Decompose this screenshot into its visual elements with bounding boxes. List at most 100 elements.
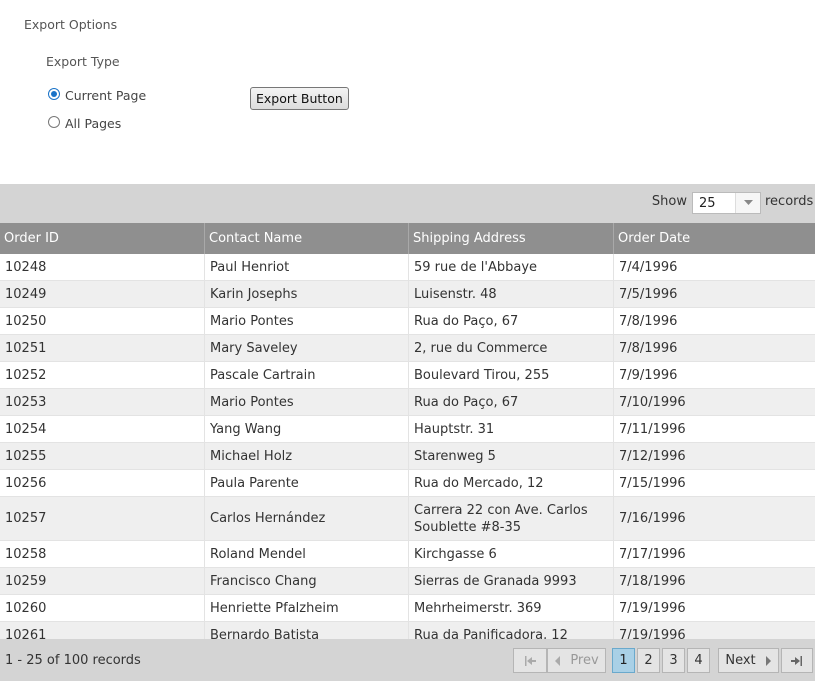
table-row[interactable]: 10253 Mario Pontes Rua do Paço, 67 7/10/199… bbox=[0, 389, 815, 416]
order-date-cell: 7/19/1996 bbox=[619, 627, 686, 640]
shipping-address-cell: Mehrheimerstr. 369 bbox=[409, 595, 614, 621]
contact-name-cell: Roland Mendel bbox=[205, 541, 409, 567]
shipping-address-cell: 2, rue du Commerce bbox=[409, 335, 614, 361]
table-row[interactable]: 10256 Paula Parente Rua do Mercado, 12 7/15… bbox=[0, 470, 815, 497]
contact-name-cell: Francisco Chang bbox=[205, 568, 409, 594]
order-id-cell: 10248 bbox=[0, 254, 205, 280]
table-row[interactable]: 10250 Mario Pontes Rua do Paço, 67 7/8/1996 bbox=[0, 308, 815, 335]
shipping-address-cell: Rua da Panificadora, 12 bbox=[409, 622, 614, 639]
shipping-address-cell: Starenweg 5 bbox=[409, 443, 614, 469]
pager: 1 - 25 of 100 records Prev 1 2 3 4 Next bbox=[0, 639, 815, 681]
contact-name-cell: Yang Wang bbox=[205, 416, 409, 442]
show-label: Show bbox=[651, 194, 687, 209]
dropdown-arrow-icon[interactable] bbox=[735, 193, 760, 213]
table-row[interactable]: 10258 Roland Mendel Kirchgasse 6 7/17/1996 bbox=[0, 541, 815, 568]
table-row[interactable]: 10260 Henriette Pfalzheim Mehrheimerstr. 3… bbox=[0, 595, 815, 622]
column-header-order-id[interactable]: Order ID bbox=[0, 223, 205, 254]
order-date-cell: 7/11/1996 bbox=[619, 421, 686, 437]
first-page-button[interactable] bbox=[513, 648, 547, 673]
table-row[interactable]: 10249 Karin Josephs Luisenstr. 48 7/5/1996 bbox=[0, 281, 815, 308]
export-type-label: Export Type bbox=[46, 54, 120, 69]
order-id-cell: 10255 bbox=[0, 443, 205, 469]
order-date-cell: 7/9/1996 bbox=[619, 367, 678, 383]
table-row[interactable]: 10257 Carlos Hernández Carrera 22 con Ave.… bbox=[0, 497, 815, 541]
current-page-label[interactable]: Current Page bbox=[65, 88, 146, 103]
contact-name-cell: Paula Parente bbox=[205, 470, 409, 496]
shipping-address-cell: Rua do Paço, 67 bbox=[409, 389, 614, 415]
page-4-button[interactable]: 4 bbox=[687, 648, 710, 673]
order-id-cell: 10250 bbox=[0, 308, 205, 334]
prev-page-button[interactable]: Prev bbox=[547, 648, 606, 673]
radio-current-page[interactable]: Current Page bbox=[48, 82, 146, 103]
order-date-cell: 7/5/1996 bbox=[619, 286, 678, 302]
shipping-address-cell: Kirchgasse 6 bbox=[409, 541, 614, 567]
shipping-address-cell: Luisenstr. 48 bbox=[409, 281, 614, 307]
page-size-dropdown[interactable]: 25 bbox=[692, 192, 761, 214]
order-id-cell: 10257 bbox=[0, 497, 205, 540]
order-date-cell: 7/4/1996 bbox=[619, 259, 678, 275]
order-date-cell: 7/12/1996 bbox=[619, 448, 686, 464]
next-page-button[interactable]: Next bbox=[718, 648, 779, 673]
order-id-cell: 10251 bbox=[0, 335, 205, 361]
column-header-shipping-address[interactable]: Shipping Address bbox=[409, 223, 614, 254]
order-date-cell: 7/15/1996 bbox=[619, 475, 686, 491]
export-button[interactable]: Export Button bbox=[250, 87, 349, 110]
shipping-address-cell: Rua do Paço, 67 bbox=[409, 308, 614, 334]
order-id-cell: 10252 bbox=[0, 362, 205, 388]
contact-name-cell: Paul Henriot bbox=[205, 254, 409, 280]
shipping-address-cell: Hauptstr. 31 bbox=[409, 416, 614, 442]
order-date-cell: 7/10/1996 bbox=[619, 394, 686, 410]
order-id-cell: 10253 bbox=[0, 389, 205, 415]
contact-name-cell: Mario Pontes bbox=[205, 389, 409, 415]
shipping-address-cell: Boulevard Tirou, 255 bbox=[409, 362, 614, 388]
shipping-address-cell: Rua do Mercado, 12 bbox=[409, 470, 614, 496]
page-2-button[interactable]: 2 bbox=[637, 648, 660, 673]
column-header-order-date[interactable]: Order Date bbox=[614, 223, 815, 254]
contact-name-cell: Pascale Cartrain bbox=[205, 362, 409, 388]
table-row[interactable]: 10252 Pascale Cartrain Boulevard Tirou, 25… bbox=[0, 362, 815, 389]
page-size-value[interactable]: 25 bbox=[693, 196, 735, 211]
grid-header: Order ID Contact Name Shipping Address O… bbox=[0, 223, 815, 254]
prev-label: Prev bbox=[570, 653, 599, 668]
page-1-button[interactable]: 1 bbox=[612, 648, 635, 673]
shipping-address-cell: Carrera 22 con Ave. Carlos Soublette #8-… bbox=[409, 497, 614, 540]
first-page-icon bbox=[525, 655, 536, 666]
table-row[interactable]: 10255 Michael Holz Starenweg 5 7/12/1996 bbox=[0, 443, 815, 470]
table-row[interactable]: 10248 Paul Henriot 59 rue de l'Abbaye 7/4/1… bbox=[0, 254, 815, 281]
order-date-cell: 7/19/1996 bbox=[619, 600, 686, 616]
order-id-cell: 10261 bbox=[0, 622, 205, 639]
records-label: records bbox=[765, 194, 814, 209]
order-date-cell: 7/8/1996 bbox=[619, 340, 678, 356]
order-id-cell: 10256 bbox=[0, 470, 205, 496]
table-row[interactable]: 10261 Bernardo Batista Rua da Panificadora… bbox=[0, 622, 815, 639]
contact-name-cell: Michael Holz bbox=[205, 443, 409, 469]
order-id-cell: 10258 bbox=[0, 541, 205, 567]
order-date-cell: 7/16/1996 bbox=[619, 511, 686, 526]
all-pages-label[interactable]: All Pages bbox=[65, 116, 121, 131]
radio-all-pages[interactable]: All Pages bbox=[48, 110, 121, 131]
contact-name-cell: Mario Pontes bbox=[205, 308, 409, 334]
shipping-address-cell: 59 rue de l'Abbaye bbox=[409, 254, 614, 280]
table-row[interactable]: 10254 Yang Wang Hauptstr. 31 7/11/1996 bbox=[0, 416, 815, 443]
shipping-address-cell: Sierras de Granada 9993 bbox=[409, 568, 614, 594]
order-date-cell: 7/17/1996 bbox=[619, 546, 686, 562]
contact-name-cell: Bernardo Batista bbox=[205, 622, 409, 639]
last-page-icon bbox=[791, 655, 802, 666]
pager-info: 1 - 25 of 100 records bbox=[5, 653, 141, 668]
current-page-radio-icon[interactable] bbox=[48, 88, 60, 100]
order-date-cell: 7/8/1996 bbox=[619, 313, 678, 329]
export-options-title: Export Options bbox=[24, 17, 118, 32]
table-row[interactable]: 10251 Mary Saveley 2, rue du Commerce 7/8/1… bbox=[0, 335, 815, 362]
grid-body: 10248 Paul Henriot 59 rue de l'Abbaye 7/4/1… bbox=[0, 254, 815, 639]
contact-name-cell: Karin Josephs bbox=[205, 281, 409, 307]
page-3-button[interactable]: 3 bbox=[662, 648, 685, 673]
grid-toolbar: Show 25 records bbox=[0, 184, 815, 223]
order-id-cell: 10254 bbox=[0, 416, 205, 442]
all-pages-radio-icon[interactable] bbox=[48, 116, 60, 128]
prev-arrow-icon bbox=[555, 655, 561, 666]
next-arrow-icon bbox=[765, 655, 771, 666]
order-date-cell: 7/18/1996 bbox=[619, 573, 686, 589]
table-row[interactable]: 10259 Francisco Chang Sierras de Granada 9… bbox=[0, 568, 815, 595]
last-page-button[interactable] bbox=[781, 648, 813, 673]
column-header-contact-name[interactable]: Contact Name bbox=[205, 223, 409, 254]
